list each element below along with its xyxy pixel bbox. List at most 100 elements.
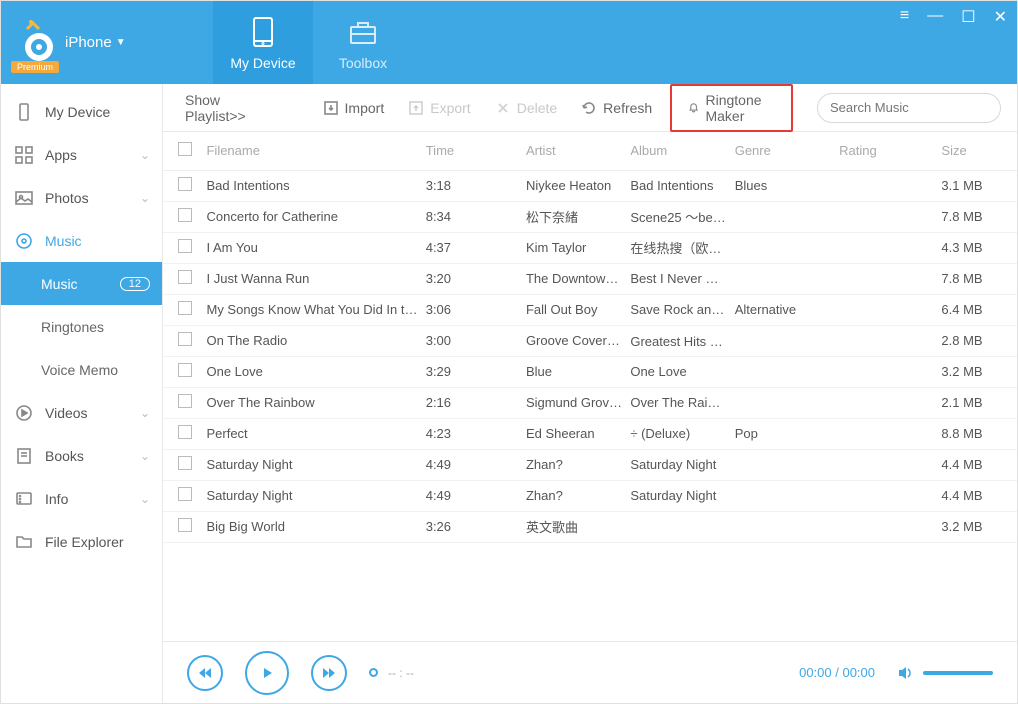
row-checkbox[interactable] — [163, 356, 198, 387]
cell-size: 6.4 MB — [933, 294, 1017, 325]
export-button[interactable]: Export — [402, 96, 476, 120]
col-artist[interactable]: Artist — [518, 132, 622, 170]
sidebar-item-file-explorer[interactable]: File Explorer — [1, 520, 162, 563]
device-dropdown[interactable]: iPhone ▼ — [65, 34, 126, 51]
progress-area: -- : -- 00:00 / 00:00 — [369, 665, 875, 680]
volume-control[interactable] — [897, 664, 993, 682]
cell-rating — [831, 480, 933, 511]
cell-album: 在线热搜（欧美） — [622, 232, 726, 263]
row-checkbox[interactable] — [163, 201, 198, 232]
seek-handle[interactable] — [369, 668, 378, 677]
cell-size: 4.3 MB — [933, 232, 1017, 263]
checkbox-icon[interactable] — [178, 142, 192, 156]
cell-filename: Perfect — [198, 418, 417, 449]
search-input[interactable] — [830, 100, 1006, 115]
checkbox-icon[interactable] — [178, 456, 192, 470]
import-button[interactable]: Import — [317, 96, 391, 120]
sidebar-item-apps[interactable]: Apps ⌄ — [1, 133, 162, 176]
row-checkbox[interactable] — [163, 294, 198, 325]
checkbox-icon[interactable] — [178, 487, 192, 501]
table-row[interactable]: One Love3:29BlueOne Love3.2 MB — [163, 356, 1017, 387]
checkbox-icon[interactable] — [178, 301, 192, 315]
cell-time: 4:37 — [418, 232, 518, 263]
checkbox-icon[interactable] — [178, 518, 192, 532]
videos-icon — [15, 404, 33, 422]
table-row[interactable]: Saturday Night4:49Zhan?Saturday Night4.4… — [163, 449, 1017, 480]
tab-toolbox[interactable]: Toolbox — [313, 1, 413, 84]
checkbox-icon[interactable] — [178, 239, 192, 253]
table-row[interactable]: Big Big World3:26英文歌曲3.2 MB — [163, 511, 1017, 542]
col-genre[interactable]: Genre — [727, 132, 831, 170]
cell-time: 3:06 — [418, 294, 518, 325]
sidebar-item-label: Videos — [45, 405, 88, 421]
ringtone-maker-button[interactable]: Ringtone Maker — [670, 84, 793, 132]
button-label: Export — [430, 100, 470, 116]
table-row[interactable]: On The Radio3:00Groove CoverageGreatest … — [163, 325, 1017, 356]
chevron-down-icon: ⌄ — [140, 406, 150, 420]
table-row[interactable]: Bad Intentions3:18Niykee HeatonBad Inten… — [163, 170, 1017, 201]
checkbox-icon[interactable] — [178, 270, 192, 284]
row-checkbox[interactable] — [163, 418, 198, 449]
maximize-icon[interactable]: ☐ — [961, 7, 975, 27]
cell-genre — [727, 263, 831, 294]
sidebar-item-books[interactable]: Books ⌄ — [1, 434, 162, 477]
cell-filename: Concerto for Catherine — [198, 201, 417, 232]
cell-artist: Ed Sheeran — [518, 418, 622, 449]
search-music-box[interactable] — [817, 93, 1001, 123]
previous-button[interactable] — [187, 655, 223, 691]
cell-rating — [831, 449, 933, 480]
table-row[interactable]: Over The Rainbow2:16Sigmund GrovenOver T… — [163, 387, 1017, 418]
row-checkbox[interactable] — [163, 511, 198, 542]
col-album[interactable]: Album — [622, 132, 726, 170]
row-checkbox[interactable] — [163, 325, 198, 356]
row-checkbox[interactable] — [163, 232, 198, 263]
table-row[interactable]: Saturday Night4:49Zhan?Saturday Night4.4… — [163, 480, 1017, 511]
cell-time: 8:34 — [418, 201, 518, 232]
table-row[interactable]: I Just Wanna Run3:20The Downtown Fiction… — [163, 263, 1017, 294]
play-button[interactable] — [245, 651, 289, 695]
refresh-button[interactable]: Refresh — [575, 96, 658, 120]
table-row[interactable]: Concerto for Catherine8:34松下奈緒Scene25 ～b… — [163, 201, 1017, 232]
checkbox-icon[interactable] — [178, 363, 192, 377]
col-rating[interactable]: Rating — [831, 132, 933, 170]
show-playlist-button[interactable]: Show Playlist>> — [179, 88, 263, 128]
checkbox-icon[interactable] — [178, 425, 192, 439]
delete-button[interactable]: Delete — [489, 96, 563, 120]
cell-rating — [831, 418, 933, 449]
col-size[interactable]: Size — [933, 132, 1017, 170]
table-row[interactable]: My Songs Know What You Did In th...3:06F… — [163, 294, 1017, 325]
sidebar-sub-music[interactable]: Music 12 — [1, 262, 162, 305]
sidebar-sub-voice-memo[interactable]: Voice Memo — [1, 348, 162, 391]
time-display: 00:00 / 00:00 — [799, 665, 875, 680]
col-filename[interactable]: Filename — [198, 132, 417, 170]
checkbox-icon[interactable] — [178, 332, 192, 346]
minimize-icon[interactable]: — — [927, 7, 943, 27]
col-time[interactable]: Time — [418, 132, 518, 170]
close-icon[interactable]: ✕ — [994, 7, 1007, 27]
row-checkbox[interactable] — [163, 263, 198, 294]
checkbox-icon[interactable] — [178, 394, 192, 408]
sidebar-item-music[interactable]: Music — [1, 219, 162, 262]
row-checkbox[interactable] — [163, 387, 198, 418]
button-label: Show Playlist>> — [185, 92, 257, 124]
sidebar-item-photos[interactable]: Photos ⌄ — [1, 176, 162, 219]
sidebar-item-info[interactable]: Info ⌄ — [1, 477, 162, 520]
cell-artist: Kim Taylor — [518, 232, 622, 263]
table-row[interactable]: I Am You4:37Kim Taylor在线热搜（欧美）4.3 MB — [163, 232, 1017, 263]
checkbox-icon[interactable] — [178, 177, 192, 191]
cell-size: 4.4 MB — [933, 449, 1017, 480]
sidebar-sub-ringtones[interactable]: Ringtones — [1, 305, 162, 348]
cell-genre: Alternative — [727, 294, 831, 325]
sidebar-item-videos[interactable]: Videos ⌄ — [1, 391, 162, 434]
next-button[interactable] — [311, 655, 347, 691]
row-checkbox[interactable] — [163, 449, 198, 480]
menu-icon[interactable]: ≡ — [900, 7, 909, 27]
volume-bar[interactable] — [923, 671, 993, 675]
table-row[interactable]: Perfect4:23Ed Sheeran÷ (Deluxe)Pop8.8 MB — [163, 418, 1017, 449]
select-all-header[interactable] — [163, 132, 198, 170]
tab-my-device[interactable]: My Device — [213, 1, 313, 84]
row-checkbox[interactable] — [163, 170, 198, 201]
row-checkbox[interactable] — [163, 480, 198, 511]
checkbox-icon[interactable] — [178, 208, 192, 222]
sidebar-item-my-device[interactable]: My Device — [1, 90, 162, 133]
